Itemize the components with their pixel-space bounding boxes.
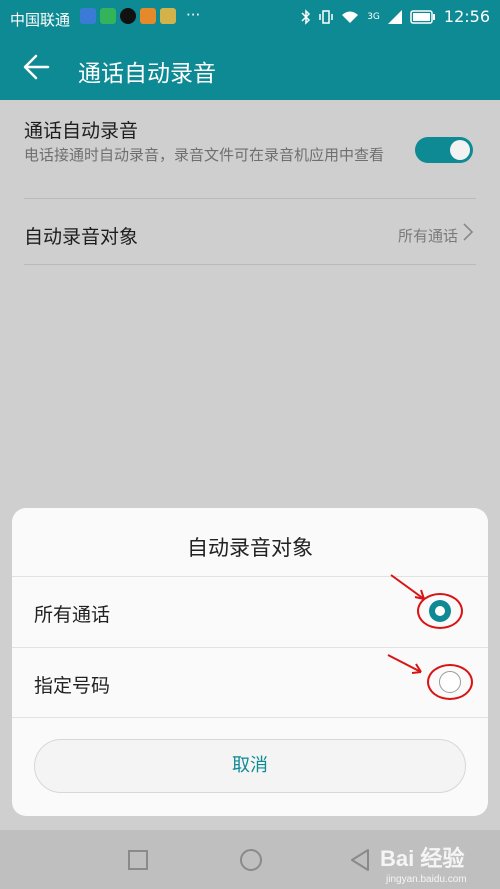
chevron-right-icon xyxy=(463,223,474,241)
status-bar: 中国联通 ··· 3G 12:56 xyxy=(0,0,500,36)
notification-icons xyxy=(80,8,176,24)
signal-icon xyxy=(387,9,402,24)
battery-icon xyxy=(410,9,435,24)
more-notifications-indicator: ··· xyxy=(186,6,201,24)
auto-record-label: 通话自动录音 xyxy=(24,120,139,142)
record-target-label: 自动录音对象 xyxy=(24,226,139,248)
baidu-watermark-logo: Bai 经验 jingyan.baidu.com xyxy=(380,846,467,885)
app-icon-yellow xyxy=(160,8,176,24)
divider xyxy=(24,264,476,265)
cancel-button[interactable]: 取消 xyxy=(34,739,466,793)
bluetooth-icon xyxy=(301,8,311,25)
option-label: 所有通话 xyxy=(34,604,111,626)
network-type-label: 3G xyxy=(367,11,380,22)
app-icon-green xyxy=(100,8,116,24)
app-icon-orange xyxy=(140,8,156,24)
system-icons: 3G 12:56 xyxy=(301,7,490,26)
recent-apps-icon[interactable] xyxy=(128,850,148,870)
carrier-name: 中国联通 xyxy=(10,11,71,29)
app-bar: 通话自动录音 xyxy=(0,36,500,100)
clock: 12:56 xyxy=(443,7,490,26)
dialog-title: 自动录音对象 xyxy=(187,536,313,560)
red-arrow-annotation xyxy=(390,574,425,600)
page-title: 通话自动录音 xyxy=(78,61,216,87)
vibrate-icon xyxy=(319,9,333,24)
dialog-divider xyxy=(12,717,488,718)
option-label: 指定号码 xyxy=(34,675,111,697)
dialog-divider xyxy=(12,647,488,648)
record-target-value: 所有通话 xyxy=(397,227,458,245)
back-icon[interactable] xyxy=(348,847,372,873)
tiktok-icon xyxy=(120,8,136,24)
auto-record-toggle[interactable] xyxy=(415,137,473,163)
auto-record-description: 电话接通时自动录音，录音文件可在录音机应用中查看 xyxy=(24,146,385,164)
toggle-knob xyxy=(450,140,470,160)
back-arrow-icon[interactable] xyxy=(22,50,52,84)
divider xyxy=(24,198,476,199)
watermark-text: Bai 经验 xyxy=(380,846,464,871)
red-arrow-annotation xyxy=(387,654,422,674)
app-icon-blue xyxy=(80,8,96,24)
watermark-subtext: jingyan.baidu.com xyxy=(385,874,467,885)
red-circle-annotation xyxy=(427,664,473,700)
wifi-icon xyxy=(342,11,359,23)
home-icon[interactable] xyxy=(240,849,262,871)
